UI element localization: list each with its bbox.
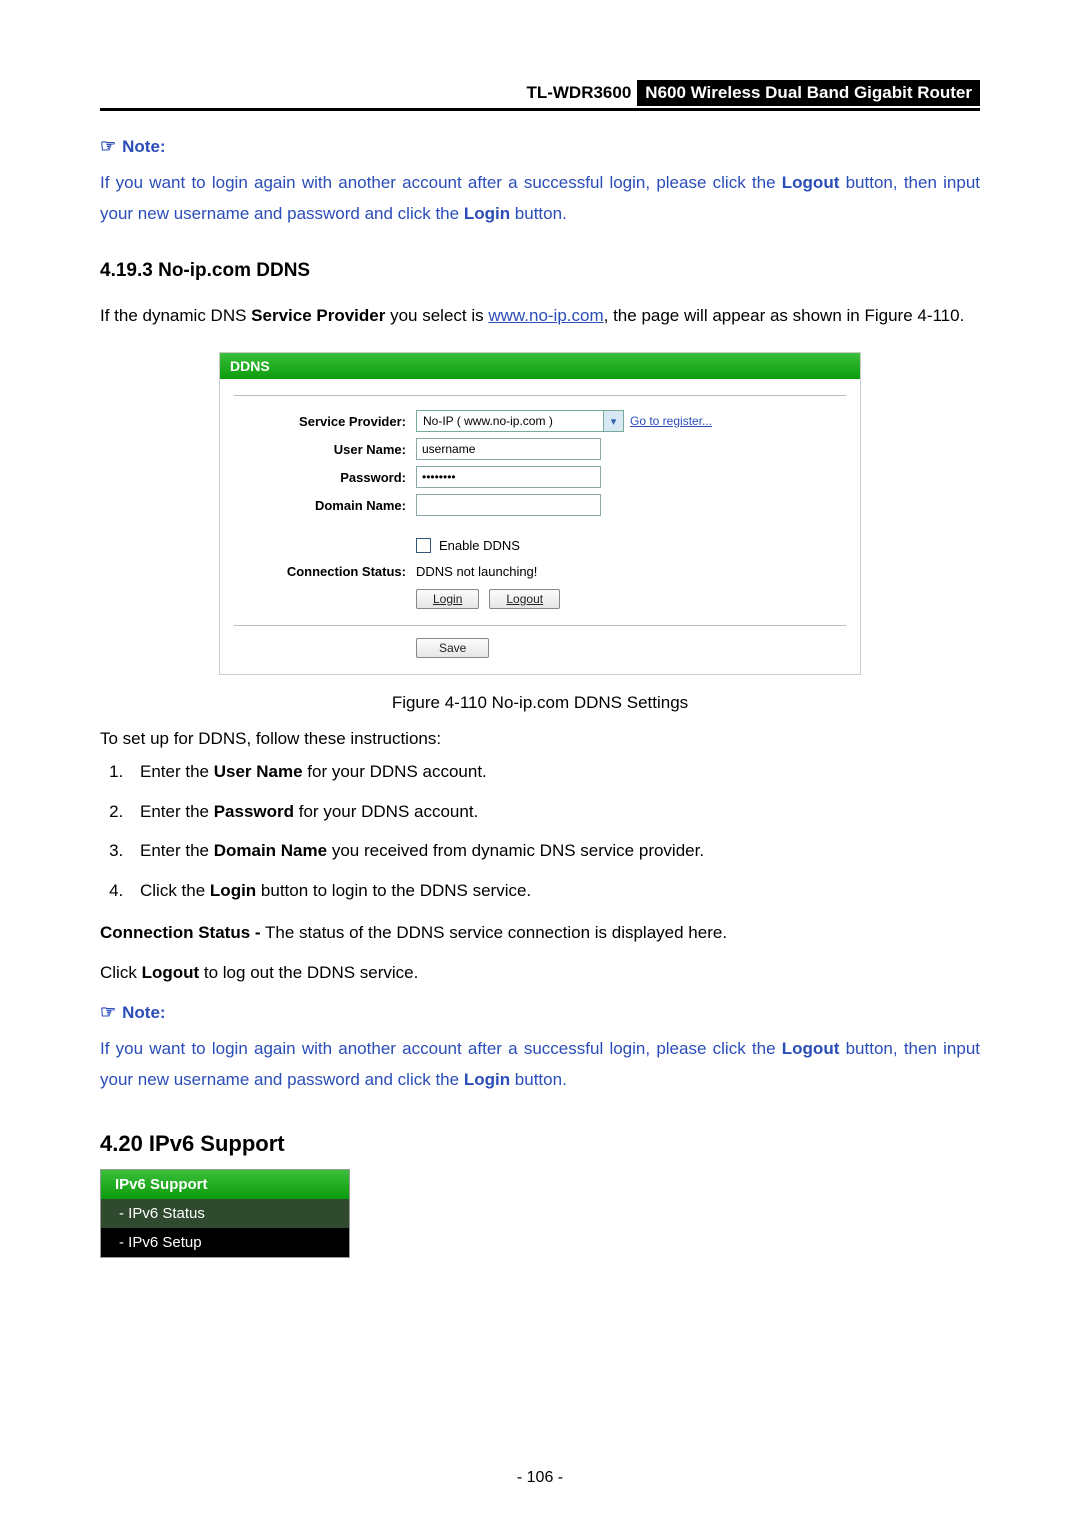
go-to-register-link[interactable]: Go to register... bbox=[630, 414, 712, 428]
model-number: TL-WDR3600 bbox=[520, 80, 637, 106]
note-body-2: If you want to login again with another … bbox=[100, 1033, 980, 1096]
note-label-2: Note: bbox=[122, 1003, 165, 1022]
logout-button[interactable]: Logout bbox=[489, 589, 560, 609]
connection-status-text: DDNS not launching! bbox=[416, 564, 537, 579]
note-heading-2: ☞ Note: bbox=[100, 1002, 980, 1023]
connection-status-desc: Connection Status - The status of the DD… bbox=[100, 917, 980, 948]
noip-link[interactable]: www.no-ip.com bbox=[488, 306, 603, 325]
step-1: Enter the User Name for your DDNS accoun… bbox=[128, 759, 980, 785]
sidebar-item-ipv6-setup[interactable]: - IPv6 Setup bbox=[101, 1228, 349, 1257]
section-intro: If the dynamic DNS Service Provider you … bbox=[100, 300, 980, 332]
note-heading-1: ☞ Note: bbox=[100, 136, 980, 157]
steps-list: Enter the User Name for your DDNS accoun… bbox=[100, 759, 980, 903]
section-heading: 4.19.3 No-ip.com DDNS bbox=[100, 260, 980, 282]
step-4: Click the Login button to login to the D… bbox=[128, 878, 980, 904]
doc-header: TL-WDR3600N600 Wireless Dual Band Gigabi… bbox=[100, 80, 980, 106]
step-2: Enter the Password for your DDNS account… bbox=[128, 799, 980, 825]
service-provider-select[interactable]: No-IP ( www.no-ip.com ) ▾ bbox=[416, 410, 624, 432]
ipv6-heading: 4.20 IPv6 Support bbox=[100, 1131, 980, 1157]
page-number: - 106 - bbox=[0, 1469, 1080, 1487]
step-3: Enter the Domain Name you received from … bbox=[128, 838, 980, 864]
note-label: Note: bbox=[122, 137, 165, 156]
sidebar-item-ipv6-status[interactable]: - IPv6 Status bbox=[101, 1199, 349, 1228]
select-value: No-IP ( www.no-ip.com ) bbox=[417, 411, 603, 431]
login-button[interactable]: Login bbox=[416, 589, 479, 609]
header-rule bbox=[100, 108, 980, 111]
logout-desc: Click Logout to log out the DDNS service… bbox=[100, 957, 980, 988]
panel-divider bbox=[234, 395, 846, 396]
hand-icon: ☞ bbox=[100, 1002, 116, 1022]
hand-icon: ☞ bbox=[100, 136, 116, 156]
label-user-name: User Name: bbox=[234, 442, 416, 457]
password-input[interactable] bbox=[416, 466, 601, 488]
figure-caption: Figure 4-110 No-ip.com DDNS Settings bbox=[100, 693, 980, 713]
panel-divider-2 bbox=[234, 625, 846, 626]
panel-title: DDNS bbox=[220, 353, 860, 379]
label-domain-name: Domain Name: bbox=[234, 498, 416, 513]
product-name: N600 Wireless Dual Band Gigabit Router bbox=[637, 80, 980, 106]
ipv6-menu-title: IPv6 Support bbox=[101, 1170, 349, 1199]
enable-ddns-label: Enable DDNS bbox=[439, 538, 520, 553]
note-body-1: If you want to login again with another … bbox=[100, 167, 980, 230]
user-name-input[interactable] bbox=[416, 438, 601, 460]
ddns-panel: DDNS Service Provider: No-IP ( www.no-ip… bbox=[219, 352, 861, 675]
label-password: Password: bbox=[234, 470, 416, 485]
setup-intro: To set up for DDNS, follow these instruc… bbox=[100, 729, 980, 749]
domain-name-input[interactable] bbox=[416, 494, 601, 516]
label-service-provider: Service Provider: bbox=[234, 414, 416, 429]
chevron-down-icon: ▾ bbox=[603, 411, 623, 431]
save-button[interactable]: Save bbox=[416, 638, 489, 658]
label-connection-status: Connection Status: bbox=[234, 564, 416, 579]
enable-ddns-checkbox[interactable] bbox=[416, 538, 431, 553]
ipv6-menu: IPv6 Support - IPv6 Status - IPv6 Setup bbox=[100, 1169, 350, 1258]
